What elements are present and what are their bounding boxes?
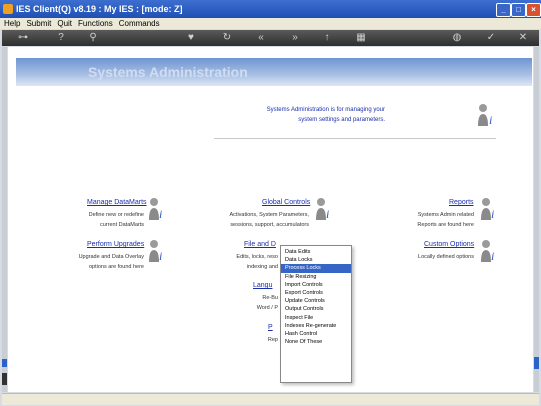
global-controls-desc-1: Activations, System Parameters, — [229, 212, 309, 218]
menu-item-data-locks[interactable]: Data Locks — [281, 256, 351, 264]
manage-datamarts-desc-2: current DataMarts — [99, 222, 144, 228]
perform-upgrades-desc-1: Upgrade and Data Overlay — [78, 254, 144, 260]
left-strip — [2, 47, 7, 392]
custom-options-desc-1: Locally defined options — [418, 254, 474, 260]
refresh-icon[interactable]: ↻ — [220, 31, 234, 45]
key-icon[interactable]: ⊶ — [12, 31, 34, 45]
right-strip-marker — [534, 357, 539, 369]
perform-upgrades-link[interactable]: Perform Upgrades — [87, 241, 144, 248]
file-and-data-link[interactable]: File and D — [244, 241, 276, 248]
menu-item-export-controls[interactable]: Export Controls — [281, 289, 351, 297]
reports-desc-1: Systems Admin related — [417, 212, 474, 218]
menu-item-import-controls[interactable]: Import Controls — [281, 281, 351, 289]
person-info-icon: i — [481, 198, 494, 220]
page-title: Systems Administration — [88, 64, 248, 80]
heart-icon[interactable]: ♥ — [184, 31, 198, 45]
back-icon[interactable]: « — [254, 31, 268, 45]
menu-submit[interactable]: Submit — [26, 19, 51, 28]
svg-text:i: i — [491, 249, 494, 262]
menu-item-indexes-regenerate[interactable]: Indexes Re-generate — [281, 322, 351, 330]
person-info-icon: i — [316, 198, 329, 220]
forward-icon[interactable]: » — [288, 31, 302, 45]
language-link[interactable]: Langu — [253, 282, 272, 289]
maximize-button[interactable]: □ — [511, 3, 526, 17]
menu-item-process-locks[interactable]: Process Locks — [281, 264, 351, 273]
divider — [214, 138, 496, 139]
global-controls-link[interactable]: Global Controls — [262, 199, 310, 206]
intro-line-1: Systems Administration is for managing y… — [266, 107, 385, 113]
search-icon[interactable]: ⚲ — [86, 31, 100, 45]
grid-icon[interactable]: ▦ — [354, 31, 368, 45]
globe-icon[interactable]: ◍ — [450, 31, 464, 45]
file-data-popup-menu: Data Edits Data Locks Process Locks File… — [280, 245, 352, 383]
svg-text:i: i — [159, 207, 162, 220]
language-desc-1: Re-Bu — [262, 295, 278, 301]
menu-item-output-controls[interactable]: Output Controls — [281, 305, 351, 313]
manage-datamarts-link[interactable]: Manage DataMarts — [87, 199, 147, 206]
status-bar — [2, 393, 539, 405]
help-icon[interactable]: ? — [54, 31, 68, 45]
custom-options-link[interactable]: Custom Options — [424, 241, 474, 248]
file-and-data-desc-2: indexing and — [246, 264, 278, 270]
toolbar: ⊶ ? ⚲ ♥ ↻ « » ↑ ▦ ◍ ✓ ✕ — [2, 30, 539, 46]
global-controls-desc-2: sessions, support, accumulators — [230, 222, 309, 228]
menu-item-none-of-these[interactable]: None Of These — [281, 338, 351, 346]
svg-text:i: i — [159, 249, 162, 262]
manage-datamarts-desc-1: Define new or redefine — [88, 212, 144, 218]
up-icon[interactable]: ↑ — [320, 31, 334, 45]
person-info-icon: i — [149, 198, 162, 220]
right-strip — [534, 47, 539, 392]
menu-item-hash-control[interactable]: Hash Control — [281, 330, 351, 338]
menu-quit[interactable]: Quit — [57, 19, 72, 28]
reports-link[interactable]: Reports — [449, 199, 474, 206]
admin-person-icon: i — [478, 104, 492, 127]
p-section-desc-1: Rep — [267, 337, 278, 343]
reports-desc-2: Reports are found here — [417, 222, 474, 228]
menu-item-file-resizing[interactable]: File Resizing — [281, 273, 351, 281]
left-strip-handle[interactable] — [2, 373, 7, 385]
svg-text:i: i — [489, 113, 492, 127]
app-icon — [3, 4, 13, 14]
svg-text:i: i — [491, 207, 494, 220]
language-desc-2: Word / P — [256, 305, 278, 311]
menu-help[interactable]: Help — [4, 19, 20, 28]
perform-upgrades-desc-2: options are found here — [88, 264, 144, 270]
intro-line-2: system settings and parameters. — [298, 117, 385, 123]
close-button[interactable]: × — [526, 3, 541, 17]
menu-item-data-edits[interactable]: Data Edits — [281, 248, 351, 256]
menu-item-inspect-file[interactable]: Inspect File — [281, 314, 351, 322]
minimize-button[interactable]: _ — [496, 3, 511, 17]
banner: Systems Administration — [16, 58, 532, 86]
close-icon[interactable]: ✕ — [516, 31, 530, 45]
menu-item-update-controls[interactable]: Update Controls — [281, 297, 351, 305]
menu-bar: Help Submit Quit Functions Commands — [0, 18, 541, 29]
person-info-icon: i — [481, 240, 494, 262]
file-and-data-desc-1: Edits, locks, reso — [236, 254, 278, 260]
menu-commands[interactable]: Commands — [119, 19, 160, 28]
menu-functions[interactable]: Functions — [78, 19, 113, 28]
svg-text:i: i — [326, 207, 329, 220]
title-bar: IES Client(Q) v8.19 : My IES : [mode: Z]… — [0, 0, 541, 18]
left-strip-marker — [2, 359, 7, 367]
person-info-icon: i — [149, 240, 162, 262]
window-title: IES Client(Q) v8.19 : My IES : [mode: Z] — [16, 4, 183, 14]
p-section-link[interactable]: P — [268, 324, 273, 331]
check-icon[interactable]: ✓ — [484, 31, 498, 45]
